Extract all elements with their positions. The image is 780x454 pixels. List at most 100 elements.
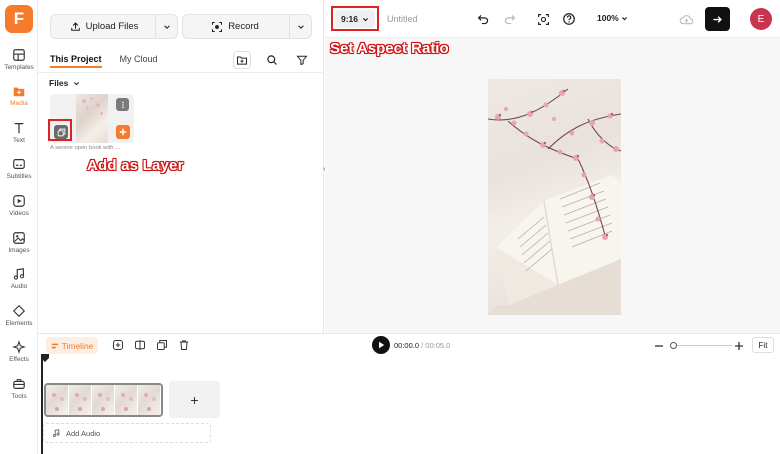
split-button[interactable] — [133, 338, 147, 352]
search-button[interactable] — [263, 51, 281, 69]
sidebar-item-label: Media — [10, 100, 28, 107]
new-folder-button[interactable] — [233, 51, 251, 69]
annotation-set-aspect-ratio: Set Aspect Ratio — [330, 40, 449, 57]
timeline-zoom-slider[interactable] — [670, 342, 677, 349]
chevron-down-icon — [74, 81, 80, 85]
sidebar-item-label: Text — [13, 137, 25, 144]
text-icon — [14, 123, 24, 134]
add-audio-label: Add Audio — [66, 428, 101, 438]
media-tabs: This Project My Cloud — [50, 54, 158, 68]
sidebar-item-label: Videos — [9, 210, 29, 217]
file-more-button[interactable] — [116, 98, 129, 111]
sidebar-item-effects[interactable]: Effects — [0, 338, 38, 372]
export-button[interactable] — [705, 7, 730, 31]
add-clip-button[interactable]: + — [169, 381, 220, 418]
video-clip[interactable] — [44, 383, 163, 417]
project-name[interactable]: Untitled — [387, 14, 418, 24]
sidebar-item-media[interactable]: Media — [0, 82, 38, 116]
preview-image — [488, 88, 621, 315]
playback-time: 00:00.0 / 00:05.0 — [394, 341, 450, 350]
sidebar-item-label: Images — [8, 247, 30, 254]
record-options-dropdown[interactable] — [289, 15, 311, 38]
add-box-icon — [113, 340, 123, 350]
upload-files-button[interactable]: Upload Files — [51, 15, 157, 38]
highlight-box — [331, 6, 379, 31]
play-icon — [379, 341, 385, 349]
record-button[interactable]: Record — [183, 15, 287, 38]
images-icon — [13, 232, 25, 244]
screen-capture-button[interactable] — [534, 10, 552, 28]
filter-button[interactable] — [293, 51, 311, 69]
timeline-zoom-track[interactable] — [672, 345, 732, 346]
timeline-icon — [51, 343, 58, 348]
timeline-zoom-control — [652, 339, 752, 353]
upload-options-dropdown[interactable] — [155, 15, 177, 38]
media-file-thumbnail — [76, 94, 108, 143]
subtitles-icon — [13, 159, 25, 169]
sidebar-item-label: Subtitles — [6, 173, 32, 180]
avatar[interactable]: E — [750, 8, 772, 30]
add-audio-track[interactable]: Add Audio — [43, 423, 211, 443]
elements-icon — [12, 304, 26, 318]
video-preview[interactable] — [488, 79, 621, 315]
cloud-save-status — [677, 10, 695, 28]
media-panel-actions — [233, 51, 311, 69]
focus-icon — [537, 13, 549, 25]
zoom-in-icon[interactable] — [734, 341, 744, 351]
sidebar-item-elements[interactable]: Elements — [0, 302, 38, 336]
playhead-handle[interactable] — [41, 354, 49, 362]
templates-icon — [13, 49, 25, 61]
record-icon — [212, 21, 223, 32]
zoom-out-icon[interactable] — [654, 341, 664, 351]
editor-app: F Templates Media Text Subtitles Videos … — [0, 0, 780, 454]
current-time: 00:00.0 — [394, 341, 420, 350]
search-icon — [267, 55, 277, 65]
split-icon — [135, 340, 145, 350]
sidebar-item-text[interactable]: Text — [0, 119, 38, 153]
sidebar-item-videos[interactable]: Videos — [0, 192, 38, 226]
clip-frame — [138, 385, 161, 415]
timeline-toolbar: Timeline 00:00.0 / 00:05.0 Fit — [38, 333, 780, 357]
upload-icon — [70, 22, 80, 31]
left-sidebar: F Templates Media Text Subtitles Videos … — [0, 0, 38, 454]
sidebar-item-label: Tools — [11, 393, 27, 400]
delete-button[interactable] — [177, 338, 191, 352]
add-to-timeline-button[interactable] — [116, 125, 130, 139]
add-track-button[interactable] — [111, 338, 125, 352]
zoom-dropdown[interactable]: 100% — [597, 13, 628, 23]
tools-icon — [13, 379, 25, 389]
help-icon — [563, 13, 575, 25]
sidebar-item-images[interactable]: Images — [0, 229, 38, 263]
total-time: / 00:05.0 — [421, 341, 451, 350]
tab-this-project[interactable]: This Project — [50, 54, 102, 68]
duplicate-button[interactable] — [155, 338, 169, 352]
sidebar-item-tools[interactable]: Tools — [0, 375, 38, 409]
fit-button[interactable]: Fit — [752, 337, 774, 353]
clip-frame — [92, 385, 115, 415]
sidebar-item-audio[interactable]: Audio — [0, 265, 38, 299]
tab-timeline[interactable]: Timeline — [46, 337, 98, 354]
redo-icon — [504, 14, 515, 24]
app-logo[interactable]: F — [5, 5, 33, 33]
tab-my-cloud[interactable]: My Cloud — [120, 54, 158, 68]
clip-frame — [69, 385, 92, 415]
audio-icon — [13, 268, 25, 280]
sidebar-item-templates[interactable]: Templates — [0, 46, 38, 80]
upload-files-label: Upload Files — [85, 21, 139, 32]
more-vertical-icon — [121, 101, 124, 108]
sidebar-item-subtitles[interactable]: Subtitles — [0, 155, 38, 189]
videos-icon — [13, 195, 25, 207]
chevron-down-icon — [621, 16, 627, 20]
help-button[interactable] — [560, 10, 578, 28]
music-note-icon — [52, 429, 60, 437]
zoom-value: 100% — [597, 13, 619, 23]
editor-toolbar: 9:16 Untitled 100% E — [325, 0, 780, 38]
files-section-toggle[interactable]: Files — [49, 78, 80, 88]
redo-button[interactable] — [500, 10, 518, 28]
sidebar-item-label: Elements — [5, 320, 33, 327]
undo-button[interactable] — [474, 10, 492, 28]
plus-icon — [119, 128, 127, 136]
media-file-caption: A serene open book with ... — [50, 145, 120, 151]
play-button[interactable] — [372, 336, 390, 354]
clip-frame — [46, 385, 69, 415]
